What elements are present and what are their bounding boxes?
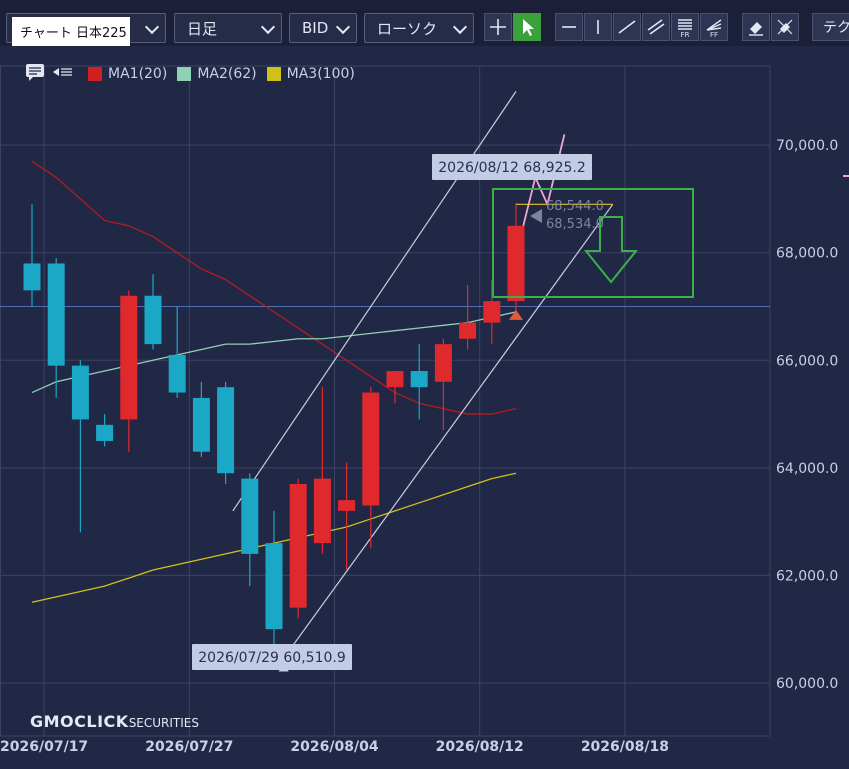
parallel-channel-tool-button[interactable]	[642, 13, 670, 41]
ma2-swatch	[177, 67, 192, 81]
x-tick-label: 2026/07/27	[145, 739, 233, 755]
y-tick-label: 62,000.0	[776, 568, 838, 584]
candle-body[interactable]	[71, 365, 89, 420]
broker-logo: GMOCLICKSECURITIES	[30, 712, 199, 731]
price-type-label: BID	[302, 19, 329, 37]
candle-body[interactable]	[459, 322, 477, 339]
candle-body[interactable]	[338, 500, 356, 511]
candle-body[interactable]	[192, 397, 210, 452]
vertical-line-tool-button[interactable]	[584, 13, 612, 41]
chart-style-label: ローソク	[377, 19, 438, 38]
candle-body[interactable]	[410, 371, 428, 388]
candle-body[interactable]	[362, 392, 380, 506]
parallel-lines-icon	[647, 19, 665, 35]
low-annotation-text: 2026/07/29 60,510.9	[198, 650, 346, 666]
x-tick-label: 2026/08/04	[290, 739, 378, 755]
ma1-swatch	[88, 67, 102, 81]
horizontal-line-tool-button[interactable]	[555, 13, 583, 41]
candle-body[interactable]	[386, 371, 404, 388]
candle-body[interactable]	[168, 354, 186, 393]
high-annotation-text: 2026/08/12 68,925.2	[438, 160, 586, 176]
chevron-down-icon	[452, 19, 468, 35]
price-label: 68,544.0	[546, 199, 604, 214]
horizontal-line-icon	[562, 26, 576, 28]
vertical-line-icon	[597, 20, 599, 34]
technical-menu-button[interactable]: テク	[812, 13, 849, 41]
fibonacci-fan-icon: FF	[706, 19, 722, 38]
logo-suffix: SECURITIES	[128, 716, 199, 730]
price-type-dropdown[interactable]: BID	[289, 13, 357, 43]
chart-title: チャート 日本225	[12, 17, 130, 46]
candle-body[interactable]	[313, 478, 331, 544]
ff-label: FF	[710, 31, 718, 38]
candle-body[interactable]	[144, 295, 162, 345]
chart-style-dropdown[interactable]: ローソク	[364, 13, 474, 43]
chevron-down-icon	[335, 19, 351, 35]
fibonacci-retracement-icon: FR	[678, 19, 692, 38]
chevron-down-icon	[144, 19, 160, 35]
y-tick-label: 66,000.0	[776, 353, 838, 369]
period-label: 日足	[187, 19, 218, 38]
price-label: 68,534.0	[546, 217, 604, 232]
technical-menu-label: テク	[823, 20, 849, 36]
logo-text: GMOCLICK	[30, 712, 129, 731]
candle-body[interactable]	[47, 263, 65, 366]
candle-body[interactable]	[120, 295, 138, 420]
candle-body[interactable]	[289, 483, 307, 608]
indicator-legend: MA1(20) MA2(62) MA3(100)	[24, 62, 355, 86]
candle-body[interactable]	[241, 478, 259, 554]
pointer-tool-button[interactable]	[513, 13, 541, 41]
eraser-tool-button[interactable]	[742, 13, 770, 41]
comment-icon[interactable]	[24, 62, 46, 86]
candle-body[interactable]	[96, 424, 114, 441]
trend-line-icon	[618, 20, 636, 34]
y-tick-label: 68,000.0	[776, 246, 838, 262]
erase-all-tool-button[interactable]	[771, 13, 799, 41]
chevron-down-icon	[260, 19, 276, 35]
fr-label: FR	[681, 31, 690, 38]
y-tick-label: 60,000.0	[776, 676, 838, 692]
candle-body[interactable]	[265, 543, 283, 630]
candle-body[interactable]	[23, 263, 41, 291]
candle-body[interactable]	[434, 344, 452, 382]
candle-body[interactable]	[217, 387, 235, 474]
crosshair-icon	[490, 19, 506, 35]
ma1-label[interactable]: MA1(20)	[108, 66, 167, 82]
candle-body[interactable]	[483, 301, 501, 323]
x-tick-label: 2026/08/12	[436, 739, 524, 755]
crosshair-tool-button[interactable]	[484, 13, 512, 41]
x-tick-label: 2026/08/18	[581, 739, 669, 755]
candlestick-chart[interactable]: 60,000.0 62,000.0 64,000.0 66,000.0 68,000.0…	[0, 46, 849, 769]
ma3-swatch	[266, 67, 281, 81]
collapse-legend-icon[interactable]	[50, 62, 74, 86]
ma2-label[interactable]: MA2(62)	[197, 66, 256, 82]
cursor-arrow-icon	[523, 19, 534, 36]
period-dropdown[interactable]: 日足	[174, 13, 282, 43]
eraser-icon	[749, 22, 763, 36]
ma3-label[interactable]: MA3(100)	[287, 66, 355, 82]
y-tick-label: 64,000.0	[776, 461, 838, 477]
fibonacci-fan-tool-button[interactable]: FF	[700, 13, 728, 41]
erase-all-icon	[777, 19, 793, 35]
fibonacci-retracement-tool-button[interactable]: FR	[671, 13, 699, 41]
candle-body[interactable]	[507, 225, 525, 302]
x-tick-label: 2026/07/17	[0, 739, 88, 755]
y-tick-label: 70,000.0	[776, 138, 838, 154]
trend-line-tool-button[interactable]	[613, 13, 641, 41]
